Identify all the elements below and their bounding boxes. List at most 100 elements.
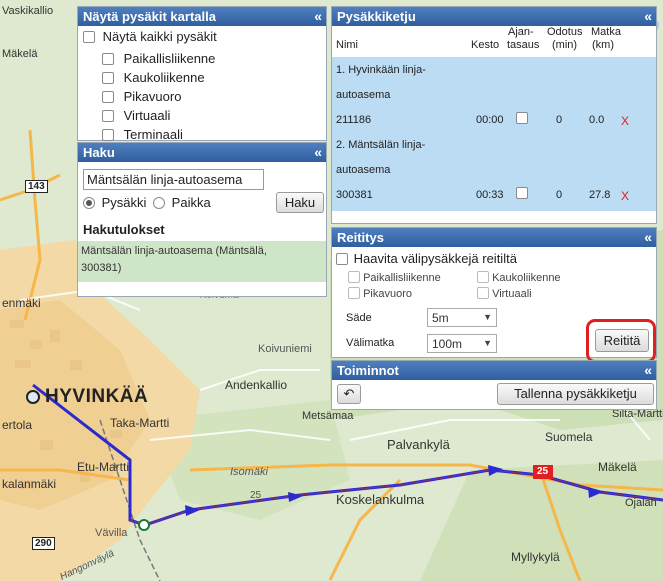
show-stops-title: Näytä pysäkit kartalla: [83, 9, 216, 24]
collapse-icon[interactable]: «: [314, 144, 322, 160]
results-title: Hakutulokset: [83, 222, 165, 237]
chain-row-name: 2. Mäntsälän linja-: [336, 139, 426, 151]
search-type-options: Pysäkki Paikka: [83, 195, 211, 210]
col-wait-2: (min): [552, 39, 578, 51]
collapse-icon[interactable]: «: [644, 8, 652, 24]
stop-chain-panel: Pysäkkiketju « Nimi Kesto Ajan- tasaus O…: [331, 6, 657, 224]
routing-type-longdistance-checkbox[interactable]: [477, 271, 489, 283]
undo-icon: ↶: [343, 386, 355, 401]
map-label-etu-martti: Etu-Martti: [77, 460, 130, 474]
remove-stop-icon[interactable]: X: [621, 189, 629, 203]
timing-checkbox[interactable]: [516, 187, 528, 199]
routing-panel: Reititys « Haavita välipysäkkejä reitilt…: [331, 227, 657, 363]
map-label-taka-martti: Taka-Martti: [110, 416, 170, 430]
routing-type-local-checkbox[interactable]: [348, 271, 360, 283]
road-label-25: 25: [250, 490, 262, 501]
remove-stop-icon[interactable]: X: [621, 114, 629, 128]
hide-intermediate-row[interactable]: Haavita välipysäkkejä reitiltä: [336, 251, 517, 266]
routing-header: Reititys «: [332, 228, 656, 247]
map-label-hyvinkaa: HYVINKÄÄ: [45, 386, 149, 407]
actions-panel: Toiminnot « ↶ Tallenna pysäkkiketju: [331, 360, 657, 410]
stop-type-longdistance[interactable]: Kaukoliikenne: [102, 68, 215, 87]
map-label-andenkallio: Andenkallio: [225, 378, 288, 392]
radius-select[interactable]: 5m ▼: [427, 308, 497, 327]
routing-type-express[interactable]: Pikavuoro: [348, 287, 412, 300]
map-label-makela: Mäkelä: [2, 48, 38, 60]
col-wait-1: Odotus: [547, 26, 583, 38]
routing-type-longdistance-label: Kaukoliikenne: [492, 272, 561, 284]
chain-row-duration[interactable]: 00:00: [476, 114, 504, 126]
routing-type-local[interactable]: Paikallisliikenne: [348, 271, 441, 284]
routing-type-express-label: Pikavuoro: [363, 288, 412, 300]
map-label-metsamaa: Metsämaa: [302, 410, 354, 422]
routing-type-virtual-checkbox[interactable]: [477, 287, 489, 299]
collapse-icon[interactable]: «: [314, 8, 322, 24]
chain-row-name: autoasema: [336, 164, 391, 176]
show-stops-header: Näytä pysäkit kartalla «: [78, 7, 326, 26]
search-title: Haku: [83, 145, 115, 160]
col-duration: Kesto: [471, 39, 500, 51]
chain-row[interactable]: 2. Mäntsälän linja- autoasema 300381 00:…: [332, 134, 656, 211]
route-button[interactable]: Reititä: [595, 329, 649, 352]
routing-type-virtual[interactable]: Virtuaali: [477, 287, 532, 300]
road-sign-290: 290: [32, 537, 55, 550]
chevron-down-icon: ▼: [483, 312, 492, 322]
chain-row-duration[interactable]: 00:33: [476, 189, 504, 201]
map-label-myllykyla: Myllykylä: [511, 550, 560, 564]
stop-chain-title: Pysäkkiketju: [337, 9, 416, 24]
routing-type-virtual-label: Virtuaali: [492, 288, 532, 300]
undo-button[interactable]: ↶: [337, 384, 361, 404]
collapse-icon[interactable]: «: [644, 229, 652, 245]
stop-type-local[interactable]: Paikallisliikenne: [102, 49, 215, 68]
radio-place-label: Paikka: [171, 195, 211, 210]
routing-type-express-checkbox[interactable]: [348, 287, 360, 299]
chain-row[interactable]: 1. Hyvinkään linja- autoasema 211186 00:…: [332, 57, 656, 134]
stop-type-longdistance-checkbox[interactable]: [102, 72, 114, 84]
stop-type-express-checkbox[interactable]: [102, 91, 114, 103]
stop-type-local-checkbox[interactable]: [102, 53, 114, 65]
map-label-makela-east: Mäkelä: [598, 460, 637, 474]
stop-type-virtual-checkbox[interactable]: [102, 110, 114, 122]
map-label-palvankyla: Palvankylä: [387, 437, 450, 452]
show-stops-panel: Näytä pysäkit kartalla « Näytä kaikki py…: [77, 6, 327, 142]
map-label-vaskikallio: Vaskikallio: [2, 5, 54, 17]
stop-type-express[interactable]: Pikavuoro: [102, 87, 215, 106]
stop-chain-header: Pysäkkiketju «: [332, 7, 656, 26]
save-chain-button[interactable]: Tallenna pysäkkiketju: [497, 383, 654, 405]
col-distance-1: Matka: [591, 26, 621, 38]
radio-stop[interactable]: [83, 197, 95, 209]
stop-type-longdistance-label: Kaukoliikenne: [123, 70, 205, 85]
search-panel: Haku « Pysäkki Paikka Haku Hakutulokset …: [77, 142, 327, 297]
routing-type-longdistance[interactable]: Kaukoliikenne: [477, 271, 561, 284]
chain-row-name: autoasema: [336, 89, 391, 101]
hide-intermediate-checkbox[interactable]: [336, 253, 348, 265]
timing-checkbox[interactable]: [516, 112, 528, 124]
map-label-koskelankulma: Koskelankulma: [336, 492, 425, 507]
stop-type-terminal-checkbox[interactable]: [102, 129, 114, 141]
actions-title: Toiminnot: [337, 363, 399, 378]
stop-type-virtual[interactable]: Virtuaali: [102, 106, 215, 125]
col-timing-1: Ajan-: [508, 26, 534, 38]
show-all-stops-row[interactable]: Näytä kaikki pysäkit: [83, 29, 217, 44]
search-input[interactable]: [83, 169, 264, 190]
map-label-varvilla: Vävilla: [95, 527, 128, 539]
show-all-stops-checkbox[interactable]: [83, 31, 95, 43]
interval-select[interactable]: 100m ▼: [427, 334, 497, 353]
routing-title: Reititys: [337, 230, 384, 245]
chain-row-distance: 27.8: [589, 189, 611, 201]
chain-row-code: 211186: [336, 114, 372, 126]
search-result-item[interactable]: Mäntsälän linja-autoasema (Mäntsälä, 300…: [78, 241, 326, 282]
col-distance-2: (km): [592, 39, 614, 51]
radio-place[interactable]: [153, 197, 166, 209]
radius-label: Säde: [346, 312, 372, 324]
chain-row-wait[interactable]: 0: [556, 189, 562, 201]
road-sign-25: 25: [537, 466, 549, 477]
collapse-icon[interactable]: «: [644, 362, 652, 378]
map-label-ojalan: Ojalan: [625, 497, 657, 509]
show-all-stops-label: Näytä kaikki pysäkit: [102, 29, 217, 44]
interval-label: Välimatka: [346, 337, 395, 349]
chain-row-wait[interactable]: 0: [556, 114, 562, 126]
routing-type-local-label: Paikallisliikenne: [363, 272, 441, 284]
actions-header: Toiminnot «: [332, 361, 656, 380]
search-button[interactable]: Haku: [276, 192, 324, 213]
